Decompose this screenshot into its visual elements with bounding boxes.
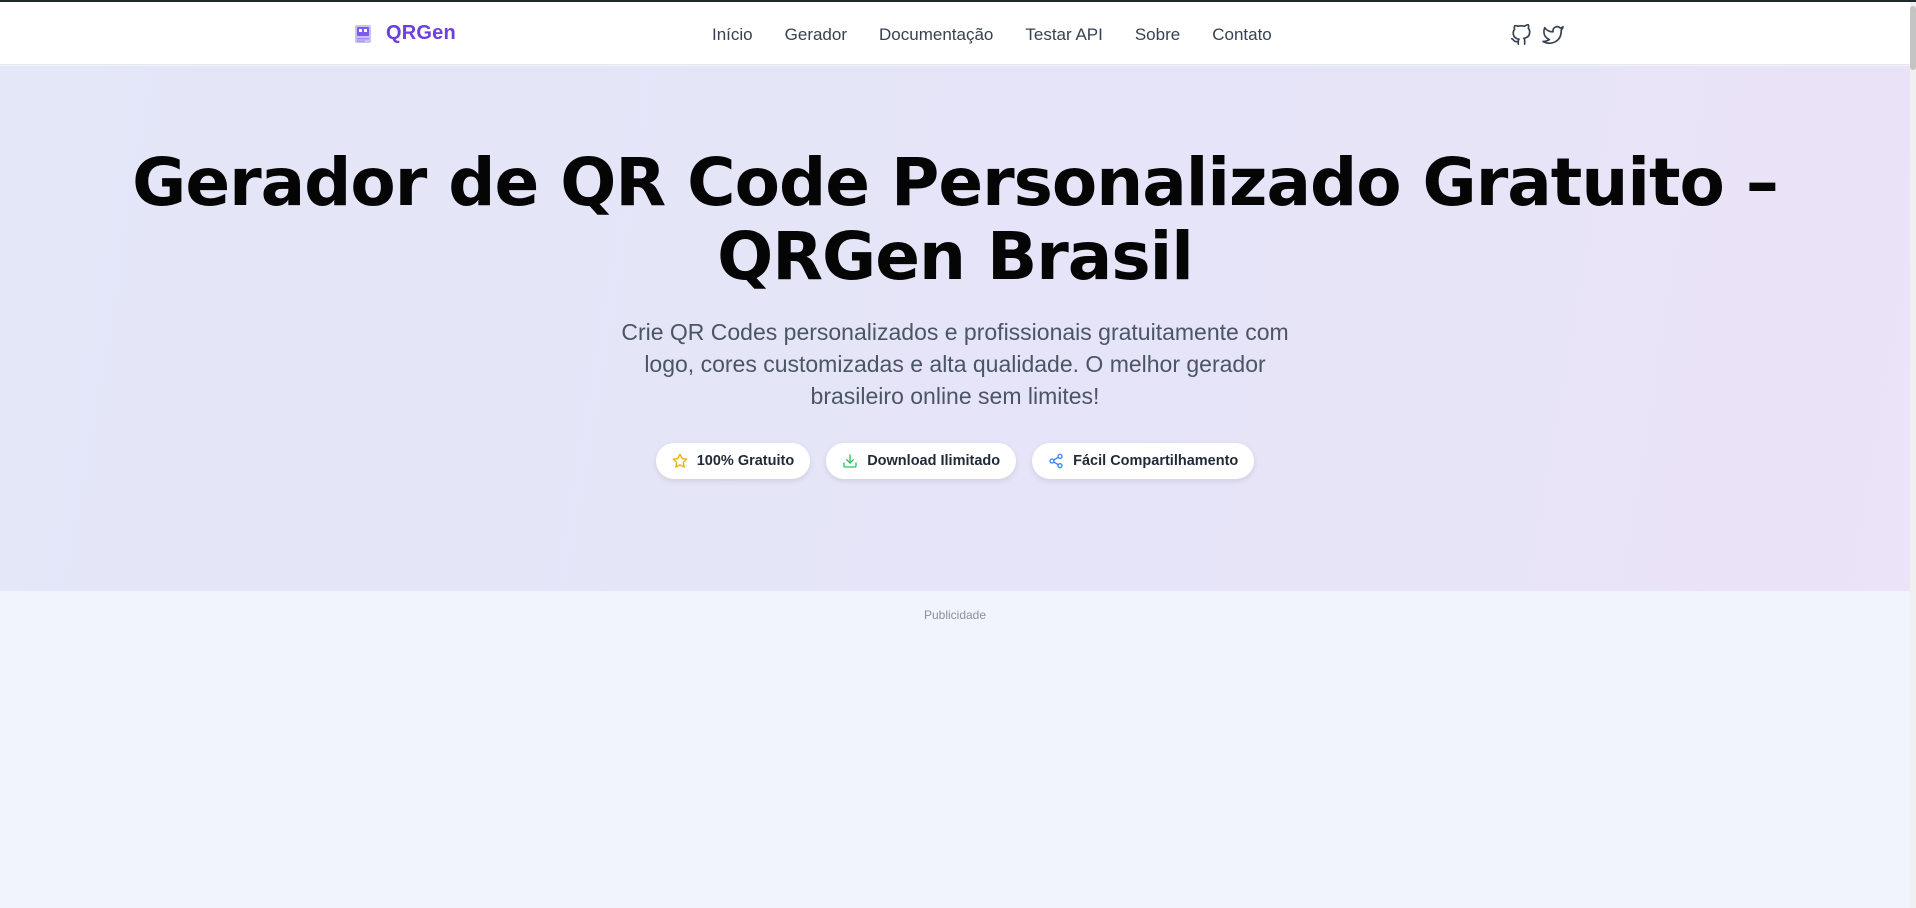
download-icon: [843, 454, 857, 468]
nav-link-testar-api[interactable]: Testar API: [1025, 25, 1102, 45]
scrollbar-thumb[interactable]: [1910, 6, 1916, 70]
share-icon: [1049, 453, 1063, 469]
nav-link-documentacao[interactable]: Documentação: [879, 25, 993, 45]
nav-link-sobre[interactable]: Sobre: [1135, 25, 1180, 45]
social-links: [1510, 24, 1574, 46]
brand-name[interactable]: QRGen: [386, 22, 456, 45]
ad-label: Publicidade: [923, 608, 987, 622]
qrgen-logo-icon: [355, 24, 371, 43]
feature-pill-gratuito[interactable]: 100% Gratuito: [655, 443, 811, 479]
brand[interactable]: QRGen: [352, 22, 456, 45]
github-icon[interactable]: [1510, 24, 1532, 46]
main-nav: Início Gerador Documentação Testar API S…: [712, 25, 1304, 45]
hero-section: Gerador de QR Code Personalizado Gratuit…: [0, 66, 1910, 591]
nav-link-inicio[interactable]: Início: [712, 25, 753, 45]
feature-pill-compartilhamento[interactable]: Fácil Compartilhamento: [1032, 443, 1255, 479]
feature-pill-download[interactable]: Download Ilimitado: [826, 443, 1017, 479]
star-icon: [672, 453, 688, 468]
feature-pill-label: Download Ilimitado: [867, 453, 1001, 469]
feature-pill-label: Fácil Compartilhamento: [1073, 453, 1239, 469]
nav-link-contato[interactable]: Contato: [1212, 25, 1272, 45]
nav-link-gerador[interactable]: Gerador: [785, 25, 847, 45]
navbar: QRGen Início Gerador Documentação Testar…: [0, 2, 1910, 65]
hero-subtitle: Crie QR Codes personalizados e profissio…: [621, 319, 1289, 409]
hero-title: Gerador de QR Code Personalizado Gratuit…: [132, 144, 1779, 295]
feature-pill-label: 100% Gratuito: [696, 453, 795, 469]
feature-pills: 100% Gratuito Download Ilimitado Fácil C…: [0, 443, 1910, 479]
twitter-icon[interactable]: [1542, 24, 1564, 46]
page-scrollbar[interactable]: [1910, 2, 1916, 908]
